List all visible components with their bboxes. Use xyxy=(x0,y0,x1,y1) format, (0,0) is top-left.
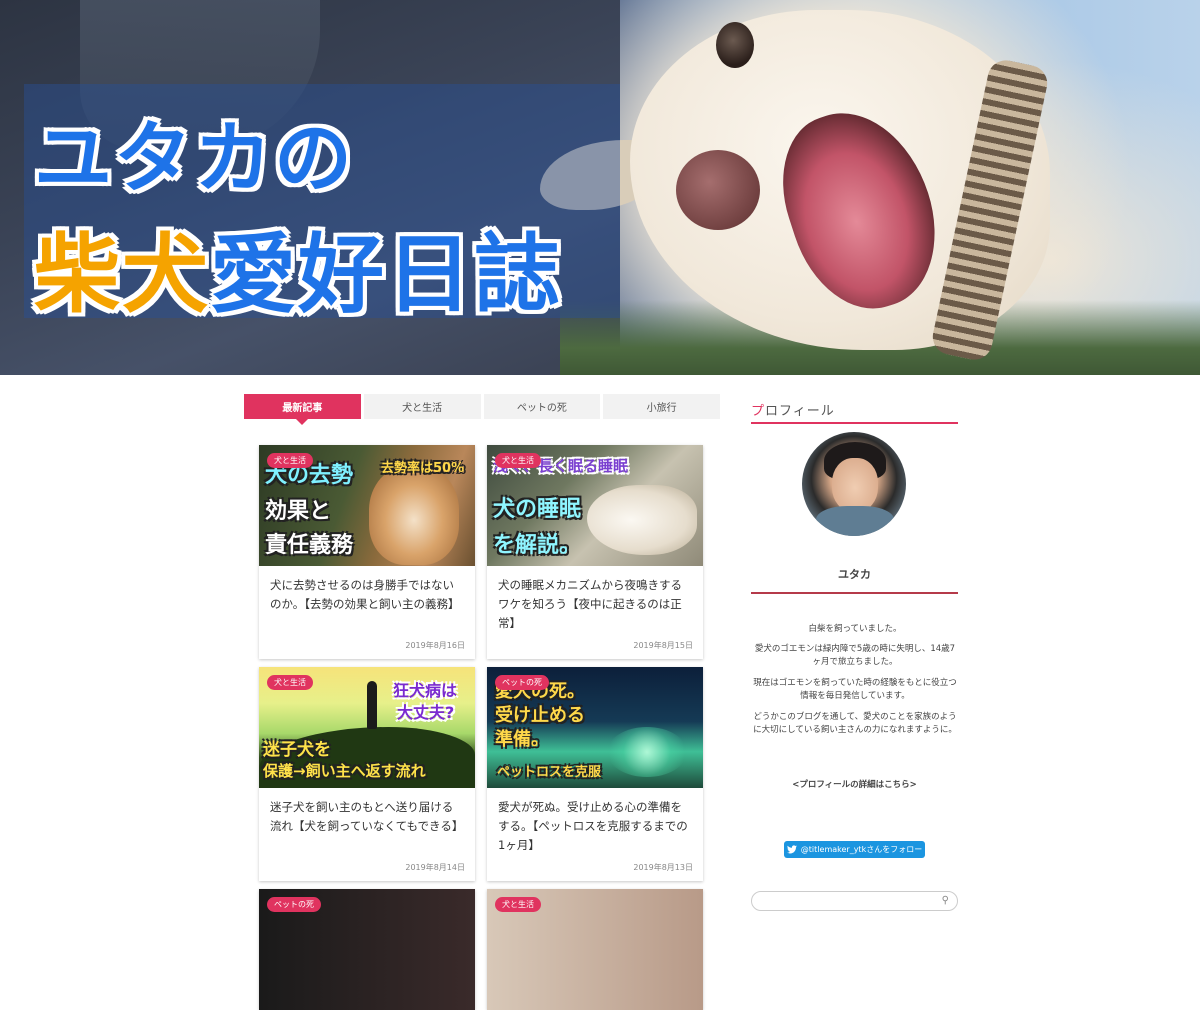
article-card[interactable]: 犬の去勢 効果と 責任義務 去勢率は50% 犬と生活 犬に去勢させるのは身勝手で… xyxy=(259,445,475,659)
article-thumbnail[interactable]: ペットの死 xyxy=(259,889,475,1010)
article-title[interactable]: 迷子犬を飼い主のもとへ送り届ける流れ【犬を飼っていなくてもできる】 xyxy=(259,788,475,862)
thumbnail-text: 狂犬病は xyxy=(393,681,458,700)
profile-heading: プロフィール xyxy=(751,400,958,424)
category-badge[interactable]: ペットの死 xyxy=(495,675,549,690)
article-title[interactable]: 犬の睡眠メカニズムから夜鳴きするワケを知ろう【夜中に起きるのは正常】 xyxy=(487,566,703,640)
category-badge[interactable]: 犬と生活 xyxy=(267,453,313,468)
thumbnail-text: 犬の睡眠 xyxy=(493,497,582,522)
article-card[interactable]: 犬と生活 xyxy=(487,889,703,1010)
profile-heading-first-char: プ xyxy=(751,404,766,419)
thumbnail-text: 準備。 xyxy=(495,729,549,750)
article-card[interactable]: ペットの死 xyxy=(259,889,475,1010)
dog-nose xyxy=(676,150,760,230)
sleeping-dog-image xyxy=(587,485,697,555)
thumbnail-text: 大丈夫? xyxy=(397,703,455,722)
follow-label: @titlemaker_ytkさんをフォロー xyxy=(800,845,923,854)
profile-name: ユタカ xyxy=(751,566,958,594)
article-card[interactable]: 愛犬の死。 受け止める 準備。 ペットロスを克服 ペットの死 愛犬が死ぬ。受け止… xyxy=(487,667,703,881)
twitter-follow-button[interactable]: @titlemaker_ytkさんをフォロー xyxy=(784,841,925,858)
thumbnail-text: 受け止める xyxy=(495,705,585,726)
header-banner[interactable]: ユタカの 柴犬愛好日誌 xyxy=(0,0,1200,375)
profile-paragraph: 白柴を飼っていました。 xyxy=(808,624,902,634)
search-input[interactable]: ⚲ xyxy=(751,891,958,911)
article-date: 2019年8月16日 xyxy=(405,641,465,650)
article-thumbnail[interactable]: 狂犬病は 大丈夫? 迷子犬を 保護→飼い主へ返す流れ 犬と生活 xyxy=(259,667,475,788)
site-title-line1[interactable]: ユタカの xyxy=(34,96,354,208)
tab-dog-life[interactable]: 犬と生活 xyxy=(363,394,481,419)
article-date: 2019年8月13日 xyxy=(633,863,693,872)
article-card[interactable]: 浅く、長く眠る睡眠 犬の睡眠 を解説。 犬と生活 犬の睡眠メカニズムから夜鳴きす… xyxy=(487,445,703,659)
profile-detail-link[interactable]: <プロフィールの詳細はこちら> xyxy=(751,778,958,790)
tab-latest[interactable]: 最新記事 xyxy=(244,394,361,425)
site-title-line2[interactable]: 柴犬愛好日誌 xyxy=(34,204,562,329)
avatar-scarf xyxy=(816,506,894,536)
thumbnail-text: 迷子犬を xyxy=(263,740,331,760)
thumbnail-text: 責任義務 xyxy=(265,533,354,558)
site-title-blue: 愛好日誌 xyxy=(210,225,562,325)
tab-pet-death[interactable]: ペットの死 xyxy=(483,394,601,419)
profile-paragraph: 愛犬のゴエモンは緑内障で5歳の時に失明し、14歳7ヶ月で旅立ちました。 xyxy=(754,644,956,667)
profile-heading-rest: ロフィール xyxy=(765,404,835,419)
article-title[interactable]: 犬に去勢させるのは身勝手ではないのか。【去勢の効果と飼い主の義務】 xyxy=(259,566,475,640)
person-silhouette xyxy=(367,681,377,729)
tab-short-trip[interactable]: 小旅行 xyxy=(603,394,720,419)
profile-paragraph: 現在はゴエモンを飼っていた時の経験をもとに役立つ情報を毎日発信しています。 xyxy=(753,678,957,701)
puppy-image xyxy=(369,465,459,565)
thumbnail-text: ペットロスを克服 xyxy=(497,765,602,780)
category-badge[interactable]: ペットの死 xyxy=(267,897,321,912)
article-thumbnail[interactable]: 浅く、長く眠る睡眠 犬の睡眠 を解説。 犬と生活 xyxy=(487,445,703,566)
twitter-bird-icon xyxy=(786,845,797,854)
article-card[interactable]: 狂犬病は 大丈夫? 迷子犬を 保護→飼い主へ返す流れ 犬と生活 迷子犬を飼い主の… xyxy=(259,667,475,881)
profile-paragraph: どうかこのブログを通して、愛犬のことを家族のように大切にしている飼い主さんの力に… xyxy=(753,712,957,735)
category-badge[interactable]: 犬と生活 xyxy=(267,675,313,690)
thumbnail-text: 効果と xyxy=(265,499,332,524)
thumbnail-text: を解説。 xyxy=(493,533,582,558)
category-badge[interactable]: 犬と生活 xyxy=(495,897,541,912)
article-date: 2019年8月15日 xyxy=(633,641,693,650)
article-thumbnail[interactable]: 愛犬の死。 受け止める 準備。 ペットロスを克服 ペットの死 xyxy=(487,667,703,788)
dog-eye xyxy=(716,22,754,68)
aurora-glow xyxy=(607,727,687,777)
avatar-face xyxy=(832,458,878,512)
article-date: 2019年8月14日 xyxy=(405,863,465,872)
thumbnail-text: 去勢率は50% xyxy=(381,461,465,476)
article-thumbnail[interactable]: 犬の去勢 効果と 責任義務 去勢率は50% 犬と生活 xyxy=(259,445,475,566)
thumbnail-text: 保護→飼い主へ返す流れ xyxy=(263,762,426,780)
search-icon[interactable]: ⚲ xyxy=(942,895,949,906)
article-title[interactable]: 愛犬が死ぬ。受け止める心の準備をする。【ペットロスを克服するまでの1ヶ月】 xyxy=(487,788,703,862)
category-badge[interactable]: 犬と生活 xyxy=(495,453,541,468)
avatar[interactable] xyxy=(802,432,906,536)
category-tabs: 最新記事 犬と生活 ペットの死 小旅行 xyxy=(244,394,720,425)
article-thumbnail[interactable]: 犬と生活 xyxy=(487,889,703,1010)
site-title-orange: 柴犬 xyxy=(34,225,210,325)
